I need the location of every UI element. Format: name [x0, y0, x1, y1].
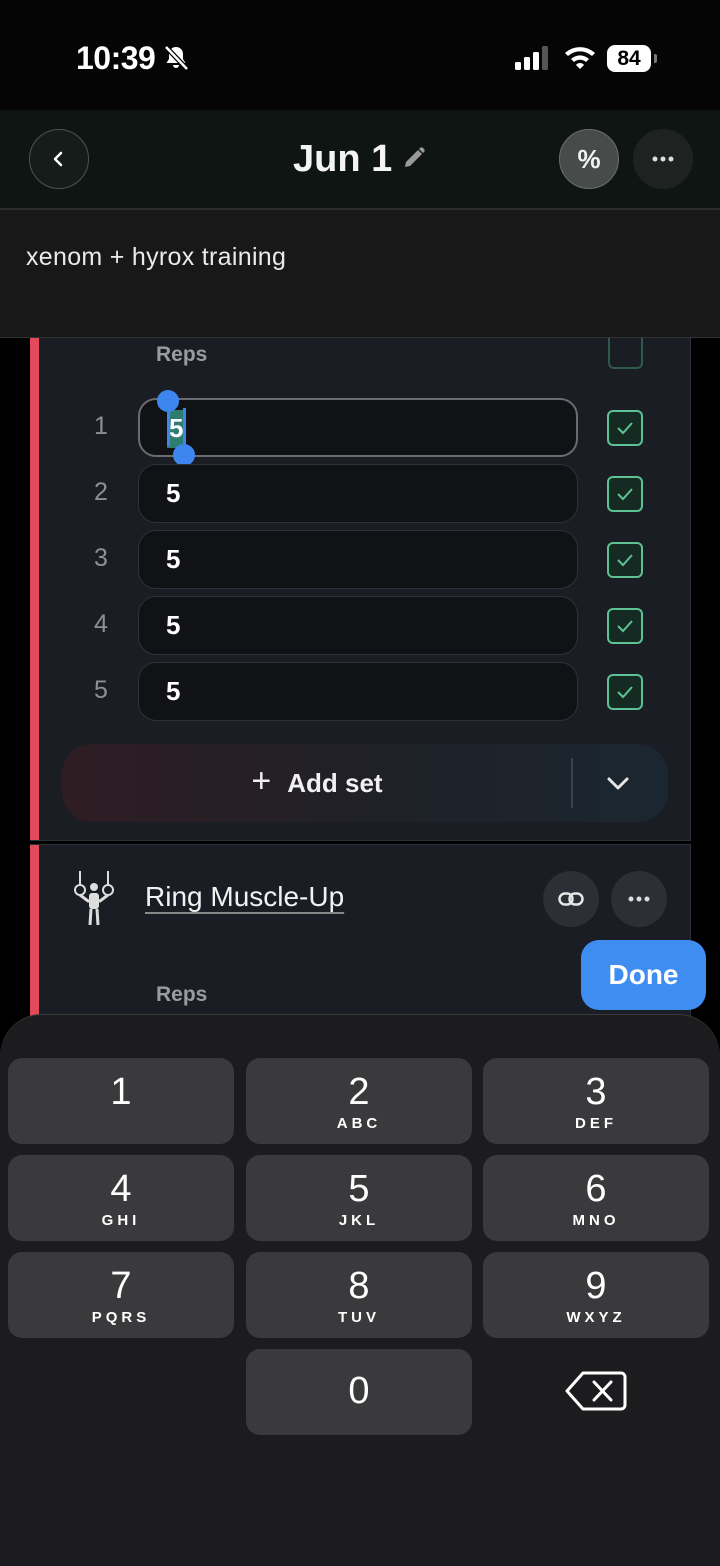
link-icon	[558, 892, 584, 906]
set-complete-checkbox[interactable]	[607, 476, 643, 512]
reps-input[interactable]: 5	[138, 464, 578, 523]
selection-handle-end[interactable]	[173, 444, 195, 466]
divider	[571, 758, 573, 808]
key-5[interactable]: 5 JKL	[246, 1155, 472, 1241]
battery-indicator: 84	[607, 45, 657, 72]
key-digit: 8	[348, 1265, 370, 1307]
exercise-name[interactable]: Ring Muscle-Up	[145, 881, 344, 913]
key-0[interactable]: 0	[246, 1349, 472, 1435]
key-letters: PQRS	[91, 1309, 151, 1326]
superset-link-button[interactable]	[543, 871, 599, 927]
key-digit: 2	[348, 1071, 370, 1113]
set-complete-checkbox[interactable]	[607, 410, 643, 446]
key-8[interactable]: 8 TUV	[246, 1252, 472, 1338]
pencil-icon[interactable]	[402, 146, 426, 170]
key-7[interactable]: 7 PQRS	[8, 1252, 234, 1338]
exercise-options-button[interactable]	[611, 871, 667, 927]
exercise-accent-bar	[30, 845, 39, 1018]
key-digit: 1	[110, 1071, 132, 1113]
set-row: 3 5	[30, 530, 691, 590]
gymnast-rings-icon	[74, 871, 114, 926]
reps-column-label: Reps	[156, 343, 208, 366]
delete-icon[interactable]	[565, 1370, 627, 1412]
key-digit: 6	[585, 1168, 607, 1210]
check-icon	[617, 422, 633, 435]
set-number: 5	[94, 676, 108, 704]
key-digit: 7	[110, 1265, 132, 1307]
add-set-label: Add set	[287, 767, 383, 798]
done-button[interactable]: Done	[581, 940, 706, 1010]
workout-header: Jun 1 %	[0, 110, 720, 210]
bell-slash-icon	[164, 45, 189, 71]
key-letters: GHI	[101, 1212, 141, 1229]
key-letters: ABC	[336, 1115, 382, 1132]
key-digit: 0	[348, 1370, 370, 1412]
reps-input[interactable]: 5	[138, 596, 578, 655]
page-title[interactable]: Jun 1	[293, 138, 392, 181]
set-number: 3	[94, 544, 108, 572]
set-number: 2	[94, 478, 108, 506]
key-letters: TUV	[338, 1309, 380, 1326]
status-bar: 10:39 84	[0, 0, 720, 110]
add-set-button[interactable]: + Add set	[62, 744, 572, 822]
set-complete-checkbox[interactable]	[607, 542, 643, 578]
ellipsis-icon	[628, 896, 650, 902]
key-letters: MNO	[572, 1212, 620, 1229]
plus-icon: +	[251, 761, 272, 800]
more-options-button[interactable]	[633, 129, 693, 189]
set-row: 4 5	[30, 596, 691, 656]
set-number: 4	[94, 610, 108, 638]
key-4[interactable]: 4 GHI	[8, 1155, 234, 1241]
reps-input[interactable]: 5	[138, 662, 578, 721]
key-6[interactable]: 6 MNO	[483, 1155, 709, 1241]
status-time: 10:39	[76, 40, 156, 76]
set-complete-checkbox[interactable]	[607, 674, 643, 710]
exercise-list[interactable]: Reps 1 5 2 5 3 5 4 5 5 5 + Add set Ring …	[0, 338, 720, 1018]
key-letters: JKL	[338, 1212, 380, 1229]
percent-button[interactable]: %	[559, 129, 619, 189]
key-letters: WXYZ	[566, 1309, 626, 1326]
complete-all-checkbox[interactable]	[608, 338, 643, 369]
set-number: 1	[94, 412, 108, 440]
numeric-keypad: 1 2 ABC 3 DEF 4 GHI 5 JKL 6 MNO 7 PQRS 8…	[0, 1014, 720, 1566]
ellipsis-icon	[652, 156, 674, 162]
chevron-down-icon[interactable]	[603, 768, 633, 798]
key-digit: 5	[348, 1168, 370, 1210]
signal-icon	[515, 46, 548, 70]
selection-handle-line	[167, 408, 170, 446]
check-icon	[617, 620, 633, 633]
key-3[interactable]: 3 DEF	[483, 1058, 709, 1144]
set-row: 5 5	[30, 662, 691, 722]
set-row: 2 5	[30, 464, 691, 524]
notes-text: xenom + hyrox training	[26, 243, 287, 271]
add-set-control: + Add set	[62, 744, 668, 822]
wifi-icon	[565, 47, 595, 69]
check-icon	[617, 686, 633, 699]
exercise-card: Reps 1 5 2 5 3 5 4 5 5 5 + Add set	[30, 338, 691, 841]
key-1[interactable]: 1	[8, 1058, 234, 1144]
key-digit: 4	[110, 1168, 132, 1210]
check-icon	[617, 488, 633, 501]
key-digit: 3	[585, 1071, 607, 1113]
key-letters: DEF	[575, 1115, 617, 1132]
back-button[interactable]	[29, 129, 89, 189]
key-9[interactable]: 9 WXYZ	[483, 1252, 709, 1338]
reps-input[interactable]: 5	[138, 530, 578, 589]
chevron-left-icon	[53, 151, 63, 167]
reps-column-label: Reps	[156, 983, 208, 1006]
selection-handle-line	[183, 408, 186, 448]
workout-notes[interactable]: xenom + hyrox training	[0, 210, 720, 338]
reps-input[interactable]: 5	[138, 390, 578, 466]
set-row: 1 5	[30, 390, 691, 466]
set-complete-checkbox[interactable]	[607, 608, 643, 644]
check-icon	[617, 554, 633, 567]
key-2[interactable]: 2 ABC	[246, 1058, 472, 1144]
key-digit: 9	[585, 1265, 607, 1307]
